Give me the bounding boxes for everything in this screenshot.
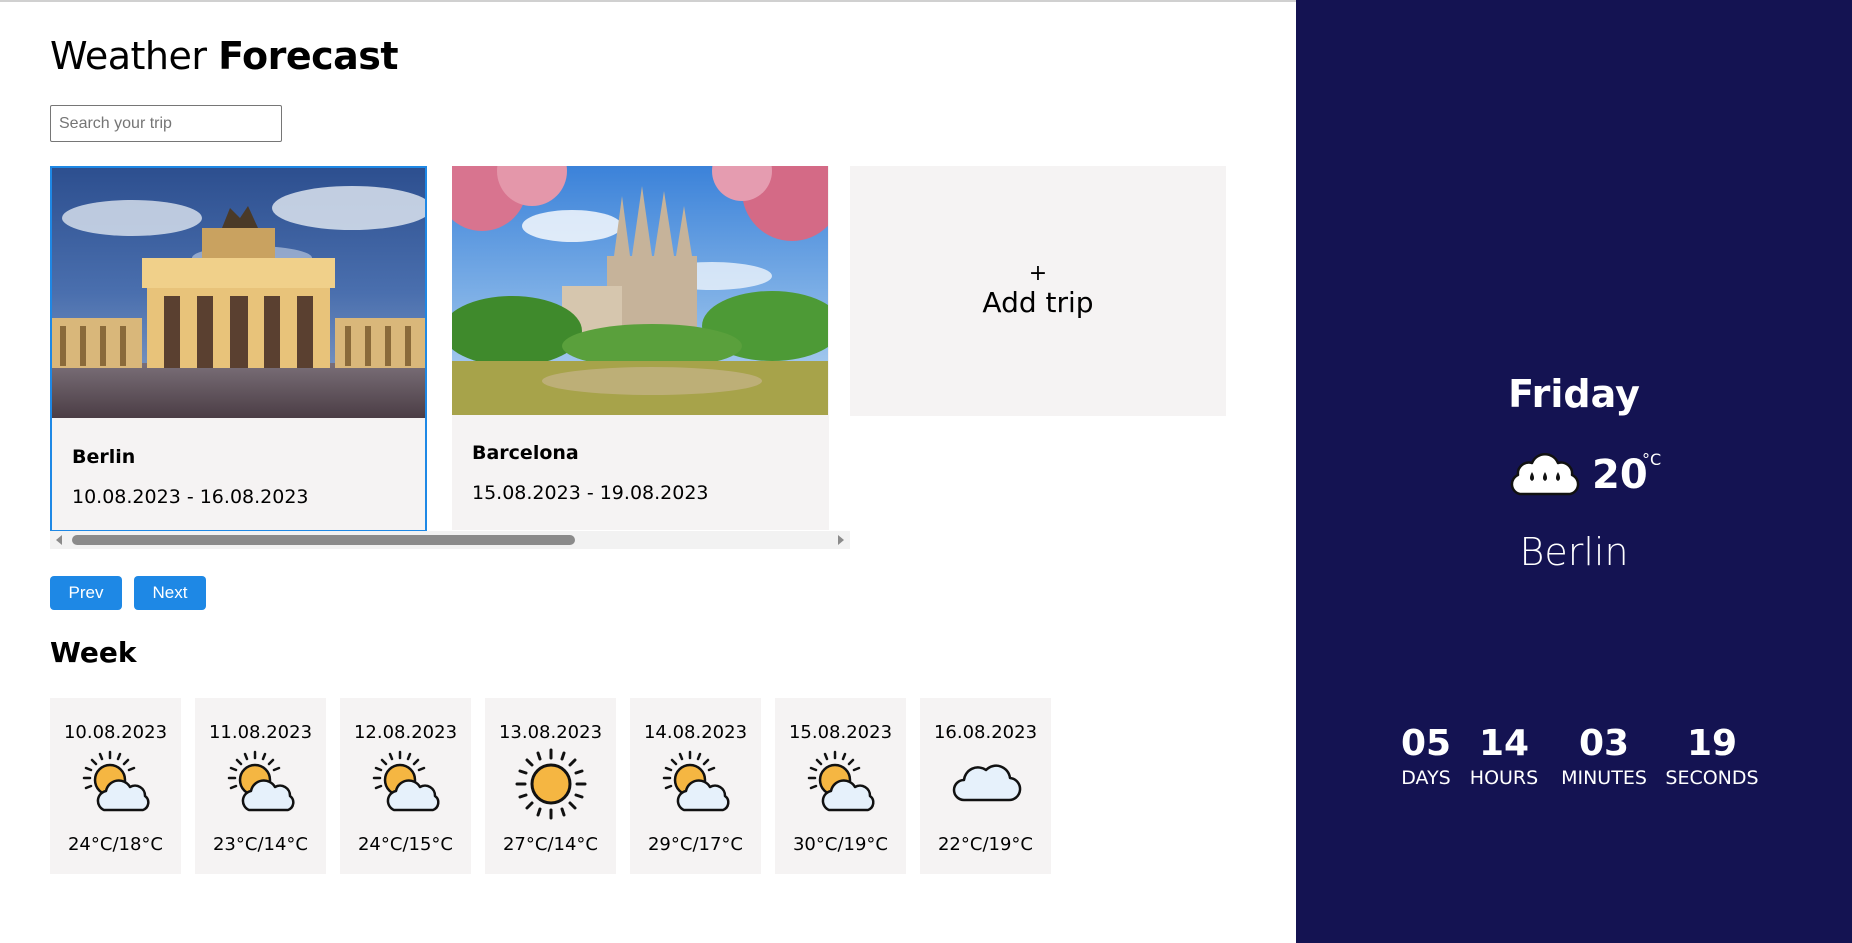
day-temperature: 30°C/19°C xyxy=(792,834,888,855)
rain-cloud-icon xyxy=(1510,453,1580,496)
day-temperature: 29°C/17°C xyxy=(647,834,743,855)
search-input[interactable] xyxy=(50,105,282,142)
countdown-minutes-label: MINUTES xyxy=(1561,767,1647,789)
today-temperature-unit: °C xyxy=(1642,450,1662,469)
trip-city: Barcelona xyxy=(472,442,579,464)
day-temperature: 24°C/15°C xyxy=(357,834,453,855)
day-temperature: 27°C/14°C xyxy=(502,834,598,855)
barcelona-image xyxy=(452,166,829,415)
main-content: Weather Forecast Search your trip Berlin… xyxy=(0,0,1296,943)
today-panel: Friday 20 °C Berlin 05 DAYS 14 HOURS 03 … xyxy=(1296,0,1852,943)
partly-cloudy-icon xyxy=(372,750,440,812)
countdown-hours-label: HOURS xyxy=(1469,767,1539,789)
countdown-seconds-label: SECONDS xyxy=(1665,767,1759,789)
day-temperature: 24°C/18°C xyxy=(67,834,163,855)
day-card: 15.08.2023 30°C/19°C xyxy=(775,698,906,874)
day-date: 10.08.2023 xyxy=(63,722,168,743)
scroll-right-icon[interactable] xyxy=(838,535,844,545)
trips-scrollbar[interactable] xyxy=(50,531,850,549)
week-title: Week xyxy=(50,636,137,669)
scroll-left-icon[interactable] xyxy=(56,535,62,545)
day-date: 11.08.2023 xyxy=(208,722,313,743)
trip-dates: 10.08.2023 - 16.08.2023 xyxy=(72,486,309,508)
countdown-seconds: 19 SECONDS xyxy=(1660,722,1764,790)
countdown-days: 05 DAYS xyxy=(1392,722,1460,790)
countdown-seconds-value: 19 xyxy=(1686,723,1738,764)
partly-cloudy-icon xyxy=(807,750,875,812)
day-temperature: 22°C/19°C xyxy=(937,834,1033,855)
countdown-days-label: DAYS xyxy=(1401,767,1451,789)
partly-cloudy-icon xyxy=(662,750,730,812)
countdown-hours-value: 14 xyxy=(1478,723,1530,764)
day-temperature: 23°C/14°C xyxy=(212,834,308,855)
countdown-minutes-value: 03 xyxy=(1578,723,1630,764)
countdown-minutes: 03 MINUTES xyxy=(1552,722,1656,790)
trip-card-barcelona[interactable]: Barcelona 15.08.2023 - 19.08.2023 xyxy=(452,166,829,530)
berlin-image xyxy=(52,168,425,418)
day-date: 16.08.2023 xyxy=(933,722,1038,743)
day-date: 15.08.2023 xyxy=(788,722,893,743)
day-card: 14.08.2023 29°C/17°C xyxy=(630,698,761,874)
partly-cloudy-icon xyxy=(82,750,150,812)
prev-button[interactable]: Prev xyxy=(50,576,122,610)
add-trip-label: Add trip xyxy=(982,286,1094,319)
today-day: Friday xyxy=(1508,372,1640,416)
trip-city: Berlin xyxy=(72,446,136,468)
trip-card-berlin[interactable]: Berlin 10.08.2023 - 16.08.2023 xyxy=(50,166,427,532)
page-title-bold: Forecast xyxy=(218,34,399,78)
day-card: 16.08.2023 22°C/19°C xyxy=(920,698,1051,874)
day-card: 10.08.2023 24°C/18°C xyxy=(50,698,181,874)
countdown-hours: 14 HOURS xyxy=(1464,722,1544,790)
day-card: 13.08.2023 27°C/14°C xyxy=(485,698,616,874)
page-title: Weather Forecast xyxy=(50,34,399,78)
countdown-days-value: 05 xyxy=(1400,723,1452,764)
day-card: 12.08.2023 24°C/15°C xyxy=(340,698,471,874)
day-date: 14.08.2023 xyxy=(643,722,748,743)
day-date: 12.08.2023 xyxy=(353,722,458,743)
day-date: 13.08.2023 xyxy=(498,722,603,743)
day-card: 11.08.2023 23°C/14°C xyxy=(195,698,326,874)
today-temperature: 20 xyxy=(1592,452,1648,498)
today-city: Berlin xyxy=(1519,530,1629,574)
trip-dates: 15.08.2023 - 19.08.2023 xyxy=(472,482,709,504)
page-title-light: Weather xyxy=(50,34,207,78)
cloud-icon xyxy=(952,764,1022,802)
sun-icon xyxy=(515,748,587,820)
trip-list: Berlin 10.08.2023 - 16.08.2023 Barcelona… xyxy=(50,166,1226,550)
plus-icon: + xyxy=(1028,261,1048,286)
next-button[interactable]: Next xyxy=(134,576,206,610)
scrollbar-thumb[interactable] xyxy=(72,535,575,545)
add-trip-button[interactable]: + Add trip xyxy=(850,166,1226,416)
partly-cloudy-icon xyxy=(227,750,295,812)
